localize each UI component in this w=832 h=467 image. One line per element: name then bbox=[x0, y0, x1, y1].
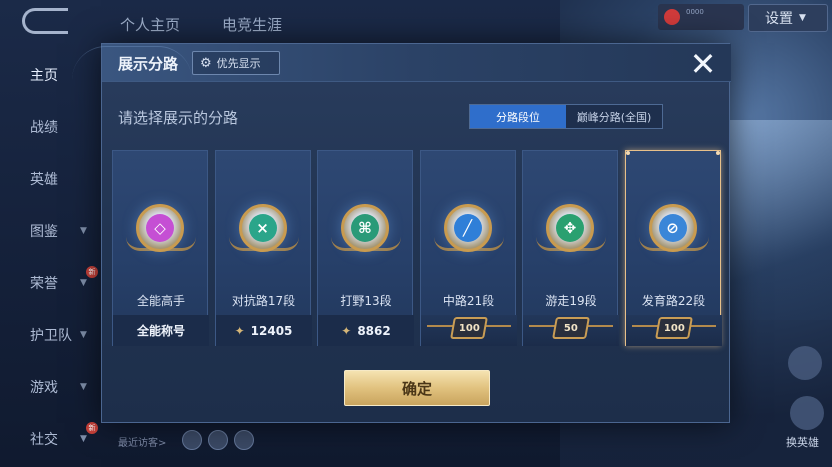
confirm-button[interactable]: 确定 bbox=[344, 370, 490, 406]
route-card[interactable]: ⊘ 发育路22段 100 bbox=[624, 150, 722, 346]
new-badge: 新 bbox=[86, 422, 98, 434]
chevron-down-icon: ▼ bbox=[80, 278, 87, 288]
select-route-prompt: 请选择展示的分路 bbox=[118, 109, 239, 127]
sidebar-item-label: 主页 bbox=[30, 68, 58, 84]
route-glyph-icon: ⊘ bbox=[658, 214, 687, 242]
route-emblem-icon: ⊘ bbox=[648, 204, 697, 252]
modal-header: 展示分路 ⚙ 优先显示 ✕ bbox=[72, 44, 731, 82]
sidebar-item[interactable]: 图鉴 ▼ bbox=[0, 206, 100, 256]
route-card-label: 发育路22段 bbox=[641, 294, 706, 308]
settings-label: 设置 bbox=[765, 11, 793, 27]
emote-icon[interactable] bbox=[788, 346, 822, 380]
route-cards: ◇ 全能高手全能称号 ⨯ 对抗路17段 ✦ 12405 ⌘ 打野13段 ✦ 8862 ╱ 中路21段 1… bbox=[112, 150, 722, 346]
hero-icon[interactable] bbox=[790, 396, 824, 430]
visitor-avatar[interactable] bbox=[234, 430, 254, 450]
chevron-down-icon: ▼ bbox=[80, 434, 87, 444]
badge-value: 100 bbox=[458, 322, 479, 334]
tab-esports-career[interactable]: 电竞生涯 bbox=[222, 14, 282, 35]
route-title: 全能称号 bbox=[113, 315, 209, 346]
route-card[interactable]: ╱ 中路21段 100 bbox=[419, 150, 517, 346]
route-emblem-icon: ⌘ bbox=[341, 204, 389, 252]
sidebar-item-label: 图鉴 bbox=[30, 224, 58, 240]
priority-display-label: 优先显示 bbox=[216, 57, 261, 70]
close-button[interactable]: ✕ bbox=[687, 48, 719, 81]
sidebar-item[interactable]: 游戏 ▼ bbox=[0, 362, 100, 412]
selection-corner-dot bbox=[715, 151, 720, 155]
route-glyph-icon: ◇ bbox=[146, 214, 174, 242]
priority-display-button[interactable]: ⚙ 优先显示 bbox=[192, 51, 280, 75]
live-badge[interactable]: 0000 bbox=[658, 4, 744, 30]
route-emblem-icon: ╱ bbox=[443, 204, 492, 252]
peak-badge: 100 bbox=[420, 315, 517, 346]
sidebar-item[interactable]: 荣誉 ▼ bbox=[0, 258, 100, 308]
modal-title: 展示分路 bbox=[118, 55, 179, 73]
sidebar-item[interactable]: 护卫队 ▼ bbox=[0, 310, 100, 360]
sidebar-item-label: 战绩 bbox=[30, 120, 58, 136]
selection-corner-dot bbox=[625, 151, 630, 155]
route-score: ✦ 8862 bbox=[318, 315, 414, 346]
rank-points-icon: ✦ bbox=[341, 323, 352, 338]
recent-visitors-link[interactable]: 最近访客> bbox=[118, 434, 166, 449]
route-glyph-icon: ╱ bbox=[453, 214, 482, 242]
route-foot-text: 全能称号 bbox=[136, 324, 185, 338]
chevron-down-icon: ▼ bbox=[80, 226, 87, 236]
route-glyph-icon: ✥ bbox=[556, 214, 584, 242]
route-display-modal: 展示分路 ⚙ 优先显示 ✕ 请选择展示的分路 分路段位 巅峰分路(全国) ◇ 全能… bbox=[72, 43, 731, 423]
visitor-avatar[interactable] bbox=[182, 430, 202, 450]
route-card[interactable]: ✥ 游走19段 50 bbox=[522, 150, 619, 346]
chevron-down-icon: ▼ bbox=[80, 330, 87, 340]
new-badge: 新 bbox=[86, 266, 98, 278]
badge-value: 50 bbox=[564, 322, 578, 334]
tab-peak-route[interactable]: 巅峰分路(全国) bbox=[566, 105, 662, 128]
route-tabs: 分路段位 巅峰分路(全国) bbox=[469, 104, 663, 129]
route-card-label: 中路21段 bbox=[442, 294, 495, 308]
route-score: ✦ 12405 bbox=[215, 315, 312, 346]
route-emblem-icon: ✥ bbox=[546, 204, 594, 252]
rank-points-icon: ✦ bbox=[234, 323, 245, 338]
route-card[interactable]: ⌘ 打野13段 ✦ 8862 bbox=[317, 150, 414, 346]
tab-route-rank[interactable]: 分路段位 bbox=[470, 105, 566, 128]
chevron-down-icon: ▼ bbox=[799, 13, 806, 23]
sidebar-item-label: 英雄 bbox=[30, 172, 58, 188]
sidebar-item-label: 护卫队 bbox=[30, 328, 72, 344]
peak-badge: 50 bbox=[523, 315, 619, 346]
gear-icon: ⚙ bbox=[200, 55, 212, 71]
sidebar-item-label: 游戏 bbox=[30, 380, 58, 396]
route-emblem-icon: ◇ bbox=[136, 204, 184, 252]
chevron-down-icon: ▼ bbox=[80, 382, 87, 392]
back-button[interactable] bbox=[22, 8, 68, 34]
settings-button[interactable]: 设置 ▼ bbox=[748, 4, 828, 32]
sidebar-item-label: 社交 bbox=[30, 432, 58, 448]
route-glyph-icon: ⨯ bbox=[248, 214, 277, 242]
route-card[interactable]: ◇ 全能高手全能称号 bbox=[112, 150, 209, 346]
visitor-avatar[interactable] bbox=[208, 430, 228, 450]
sidebar-item-label: 荣誉 bbox=[30, 276, 58, 292]
change-hero-label[interactable]: 换英雄 bbox=[786, 434, 819, 450]
badge-value: 100 bbox=[663, 322, 684, 334]
route-foot-text: 8862 bbox=[357, 323, 391, 338]
route-card-label: 对抗路17段 bbox=[231, 294, 296, 308]
route-card-label: 打野13段 bbox=[340, 294, 392, 308]
route-emblem-icon: ⨯ bbox=[238, 204, 287, 252]
route-card[interactable]: ⨯ 对抗路17段 ✦ 12405 bbox=[214, 150, 312, 346]
live-badge-text: 0000 bbox=[686, 8, 704, 16]
route-foot-text: 12405 bbox=[250, 323, 293, 338]
badge-shape-icon: 100 bbox=[449, 317, 488, 339]
route-glyph-icon: ⌘ bbox=[351, 214, 379, 242]
route-card-label: 游走19段 bbox=[545, 294, 597, 308]
route-card-label: 全能高手 bbox=[136, 294, 185, 308]
sidebar-item[interactable]: 英雄 bbox=[0, 154, 100, 204]
tab-personal-home[interactable]: 个人主页 bbox=[120, 14, 180, 35]
badge-shape-icon: 100 bbox=[654, 317, 693, 339]
sidebar-item[interactable]: 社交 ▼ bbox=[0, 414, 100, 464]
live-avatar-icon bbox=[664, 9, 680, 25]
sidebar-item[interactable]: 战绩 bbox=[0, 102, 100, 152]
badge-shape-icon: 50 bbox=[552, 317, 590, 339]
peak-badge: 100 bbox=[625, 315, 722, 346]
